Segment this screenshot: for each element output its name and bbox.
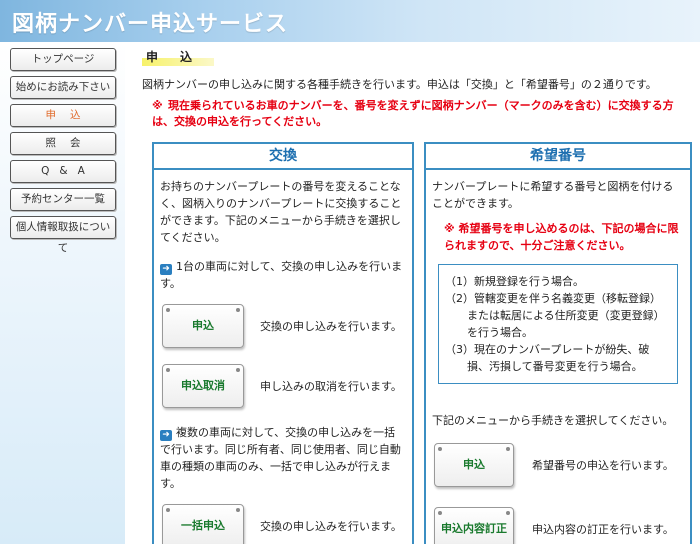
conditions-box: （1）新規登録を行う場合。 （2）管轄変更を伴う名義変更（移転登録）または転居に… [438, 264, 678, 384]
desired-apply-desc: 希望番号の申込を行います。 [532, 459, 674, 472]
exchange-apply-label: 申込 [192, 319, 214, 332]
arrow-right-icon: ➜ [160, 264, 172, 275]
warning-mark: ※ [444, 222, 455, 235]
exchange-panel: 交換 お持ちのナンバープレートの番号を変えることなく、図柄入りのナンバープレート… [152, 142, 414, 544]
exchange-title: 交換 [154, 144, 412, 170]
desired-correct-button[interactable]: 申込内容訂正 [434, 507, 514, 544]
exchange-apply-row: 申込 交換の申し込みを行います。 [160, 304, 406, 352]
condition-item: （3）現在のナンバープレートが紛失、破損、汚損して番号変更を行う場合。 [445, 343, 650, 373]
bulk-apply-button[interactable]: 一括申込 [162, 504, 244, 544]
desired-apply-row: 申込 希望番号の申込を行います。 [432, 443, 684, 491]
page-title: 申込 [146, 50, 215, 64]
bulk-note-text: 複数の車両に対して、交換の申し込みを一括で行います。同じ所有者、同じ使用者、同じ… [160, 426, 401, 490]
site-title: 図柄ナンバー申込サービス [12, 12, 289, 37]
warning-mark: ※ [152, 99, 163, 112]
nav-item-top-page[interactable]: トップページ [10, 48, 116, 71]
nav-item-privacy[interactable]: 個人情報取扱について [10, 216, 116, 254]
page-title-bar: 申込 [142, 48, 214, 66]
bulk-apply-row: 一括申込 交換の申し込みを行います。 [160, 504, 406, 544]
desired-apply-button[interactable]: 申込 [434, 443, 514, 487]
nav-item-qa[interactable]: Q&A [10, 160, 116, 183]
nav-item-reservation-centers[interactable]: 予約センター一覧 [10, 188, 116, 211]
bulk-apply-desc: 交換の申し込みを行います。 [260, 520, 402, 533]
desired-correct-label: 申込内容訂正 [441, 522, 507, 535]
exchange-cancel-button[interactable]: 申込取消 [162, 364, 244, 408]
bulk-apply-label: 一括申込 [181, 519, 225, 532]
desired-correct-row: 申込内容訂正 申込内容の訂正を行います。 [432, 507, 684, 544]
single-vehicle-text: 1台の車両に対して、交換の申し込みを行います。 [160, 260, 403, 290]
desired-menu-note: 下記のメニューから手続きを選択してください。 [432, 414, 674, 427]
intro-text: 図柄ナンバーの申し込みに関する各種手続きを行います。申込は「交換」と「希望番号」… [142, 78, 657, 91]
sidebar-nav: トップページ 始めにお読み下さい 申込 照会 Q&A 予約センター一覧 個人情報… [10, 48, 116, 254]
bulk-note: ➜ 複数の車両に対して、交換の申し込みを一括で行います。同じ所有者、同じ使用者、同… [160, 424, 406, 492]
desired-number-title: 希望番号 [426, 144, 690, 170]
exchange-cancel-row: 申込取消 申し込みの取消を行います。 [160, 364, 406, 412]
desired-warning-text: 希望番号を申し込めるのは、下記の場合に限られますので、十分ご注意ください。 [444, 222, 679, 252]
main-content: 申込 図柄ナンバーの申し込みに関する各種手続きを行います。申込は「交換」と「希望… [142, 48, 690, 130]
exchange-apply-desc: 交換の申し込みを行います。 [260, 320, 402, 333]
condition-item: （1）新規登録を行う場合。 [445, 275, 584, 288]
exchange-cancel-label: 申込取消 [181, 379, 225, 392]
exchange-apply-button[interactable]: 申込 [162, 304, 244, 348]
arrow-right-icon: ➜ [160, 430, 172, 441]
desired-apply-label: 申込 [463, 458, 485, 471]
condition-item: （2）管轄変更を伴う名義変更（移転登録）または転居による住所変更（変更登録）を行… [445, 292, 665, 339]
nav-item-read-first[interactable]: 始めにお読み下さい [10, 76, 116, 99]
exchange-desc: お持ちのナンバープレートの番号を変えることなく、図柄入りのナンバープレートに交換… [160, 180, 402, 244]
nav-item-apply[interactable]: 申込 [10, 104, 116, 127]
desired-warning: ※ 希望番号を申し込めるのは、下記の場合に限られますので、十分ご注意ください。 [432, 220, 684, 254]
warning-text: 現在乗られているお車のナンバーを、番号を変えずに図柄ナンバー（マークのみを含む）… [152, 99, 674, 128]
header-banner: 図柄ナンバー申込サービス [0, 0, 700, 42]
exchange-warning: ※ 現在乗られているお車のナンバーを、番号を変えずに図柄ナンバー（マークのみを含む… [142, 98, 690, 130]
single-vehicle-note: ➜ 1台の車両に対して、交換の申し込みを行います。 [160, 258, 406, 292]
exchange-cancel-desc: 申し込みの取消を行います。 [260, 380, 402, 393]
desired-desc: ナンバープレートに希望する番号と図柄を付けることができます。 [432, 180, 674, 210]
desired-number-panel: 希望番号 ナンバープレートに希望する番号と図柄を付けることができます。 ※ 希望… [424, 142, 692, 544]
desired-correct-desc: 申込内容の訂正を行います。 [532, 523, 674, 536]
nav-item-inquiry[interactable]: 照会 [10, 132, 116, 155]
